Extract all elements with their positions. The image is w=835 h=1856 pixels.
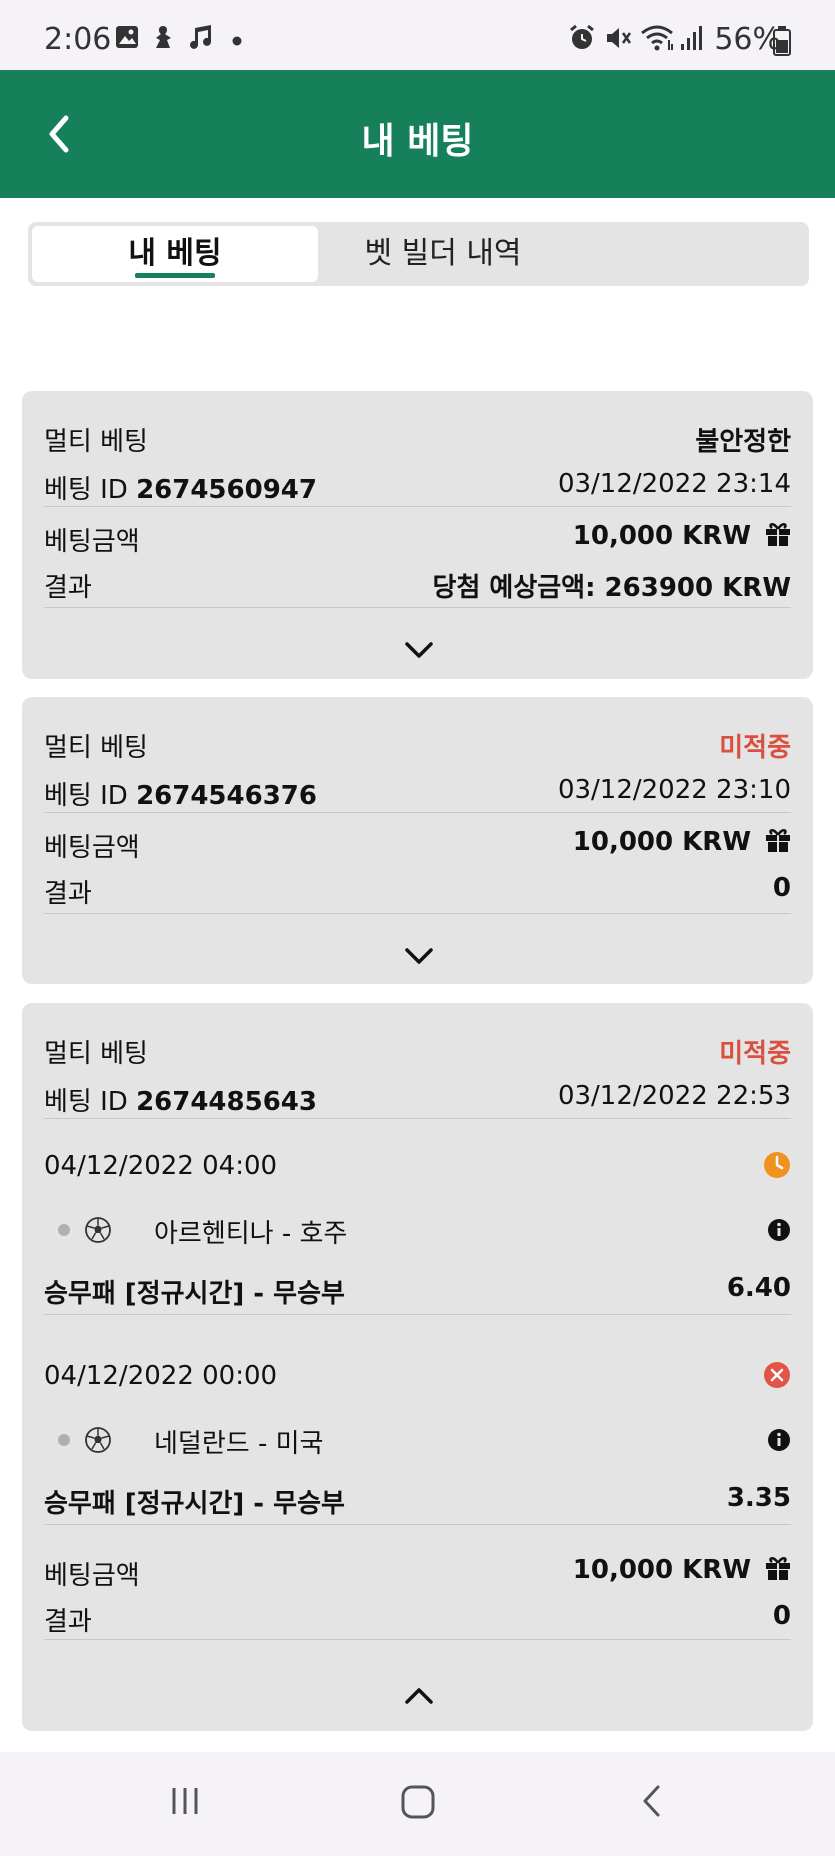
- wifi-icon: [641, 25, 673, 51]
- divider: [44, 1639, 791, 1640]
- bet-datetime: 03/12/2022 23:14: [557, 469, 791, 499]
- selection-match-row: 아르헨티나 - 호주: [44, 1213, 791, 1249]
- bet-type: 멀티 베팅: [44, 427, 148, 457]
- soccer-ball-icon: [85, 1217, 111, 1243]
- bet-datetime: 03/12/2022 22:53: [557, 1081, 791, 1111]
- dot-icon: [232, 36, 242, 46]
- selection-datetime: 04/12/2022 00:00: [44, 1361, 278, 1391]
- divider: [44, 913, 791, 914]
- bet-status: 미적중: [719, 1039, 791, 1069]
- app-bar: 내 베팅: [0, 70, 835, 198]
- tab-bar: 내 베팅 벳 빌더 내역: [28, 222, 809, 286]
- clock-icon: [764, 1152, 790, 1178]
- selection-match: 아르헨티나 - 호주: [154, 1219, 348, 1249]
- selection-date-row: 04/12/2022 04:00: [44, 1151, 791, 1183]
- active-tab-indicator: [135, 273, 215, 278]
- selection-odds: 3.35: [726, 1483, 791, 1513]
- status-time: 2:06: [44, 22, 112, 57]
- result-value: 0: [772, 1601, 791, 1631]
- selection-match-row: 네덜란드 - 미국: [44, 1423, 791, 1459]
- stake-value: 10,000 KRW: [572, 1555, 751, 1585]
- bet-status: 미적중: [719, 733, 791, 763]
- bet-status: 불안정한: [695, 427, 791, 457]
- bet-datetime: 03/12/2022 23:10: [557, 775, 791, 805]
- info-icon[interactable]: [767, 1428, 791, 1452]
- result-label: 결과: [44, 573, 92, 603]
- lost-x-icon: [764, 1362, 790, 1388]
- stake-value: 10,000 KRW: [572, 521, 751, 551]
- gift-icon: [766, 1557, 790, 1580]
- result-value: 당첨 예상금액: 263900 KRW: [432, 573, 791, 603]
- tab-my-bets[interactable]: 내 베팅: [32, 226, 318, 282]
- stake-label: 베팅금액: [44, 1561, 140, 1591]
- tab-bet-builder-label: 벳 빌더 내역: [364, 236, 522, 271]
- bet-type: 멀티 베팅: [44, 1039, 148, 1069]
- selection-market: 승무패 [정규시간] - 무승부: [44, 1279, 345, 1309]
- selection-match: 네덜란드 - 미국: [154, 1429, 324, 1459]
- live-indicator-dot: [58, 1224, 70, 1236]
- divider: [44, 607, 791, 608]
- chevron-up-icon[interactable]: [402, 1679, 436, 1713]
- bet-id: 2674560947: [136, 475, 317, 505]
- divider: [44, 1118, 791, 1119]
- result-label: 결과: [44, 1607, 92, 1637]
- signal-icon: [681, 26, 702, 50]
- selection-datetime: 04/12/2022 04:00: [44, 1151, 278, 1181]
- stake-label: 베팅금액: [44, 527, 140, 557]
- info-icon[interactable]: [767, 1218, 791, 1242]
- chevron-down-icon[interactable]: [402, 939, 436, 973]
- gallery-icon: [116, 26, 138, 48]
- bet-id-label: 베팅 ID: [44, 1087, 128, 1117]
- music-icon: [190, 25, 211, 49]
- bet-card[interactable]: 멀티 베팅 미적중 베팅 ID 2674546376 03/12/2022 23…: [22, 697, 813, 984]
- bet-card-expanded[interactable]: 멀티 베팅 미적중 베팅 ID 2674485643 03/12/2022 22…: [22, 1003, 813, 1731]
- alarm-icon: [570, 24, 594, 49]
- divider: [44, 1524, 791, 1525]
- soccer-ball-icon: [85, 1427, 111, 1453]
- chevron-down-icon[interactable]: [402, 633, 436, 667]
- download-icon: [156, 26, 171, 48]
- mute-icon: [607, 28, 632, 48]
- selection-date-row: 04/12/2022 00:00: [44, 1361, 791, 1393]
- stake-value: 10,000 KRW: [572, 827, 751, 857]
- result-label: 결과: [44, 879, 92, 909]
- divider: [44, 1314, 791, 1315]
- stake-label: 베팅금액: [44, 833, 140, 863]
- tab-my-bets-label: 내 베팅: [128, 236, 222, 271]
- back-icon[interactable]: [638, 1784, 668, 1818]
- gift-icon: [766, 829, 790, 852]
- result-value: 0: [772, 873, 791, 903]
- bet-id-label: 베팅 ID: [44, 475, 128, 505]
- selection-odds: 6.40: [726, 1273, 791, 1303]
- bet-card[interactable]: 멀티 베팅 불안정한 베팅 ID 2674560947 03/12/2022 2…: [22, 391, 813, 679]
- page-title: 내 베팅: [361, 121, 474, 162]
- divider: [44, 506, 791, 507]
- bet-id: 2674546376: [136, 781, 317, 811]
- battery-percent: 56%: [714, 22, 781, 57]
- live-indicator-dot: [58, 1434, 70, 1446]
- divider: [44, 812, 791, 813]
- gift-icon: [766, 523, 790, 546]
- bet-id-label: 베팅 ID: [44, 781, 128, 811]
- status-bar: 2:06 56%: [0, 0, 835, 70]
- recents-icon[interactable]: [168, 1784, 202, 1818]
- home-icon[interactable]: [400, 1784, 436, 1820]
- tab-bet-builder-history[interactable]: 벳 빌더 내역: [318, 226, 568, 282]
- bet-type: 멀티 베팅: [44, 733, 148, 763]
- selection-market: 승무패 [정규시간] - 무승부: [44, 1489, 345, 1519]
- battery-icon: [773, 26, 791, 56]
- bet-id: 2674485643: [136, 1087, 317, 1117]
- system-nav-bar: [0, 1752, 835, 1856]
